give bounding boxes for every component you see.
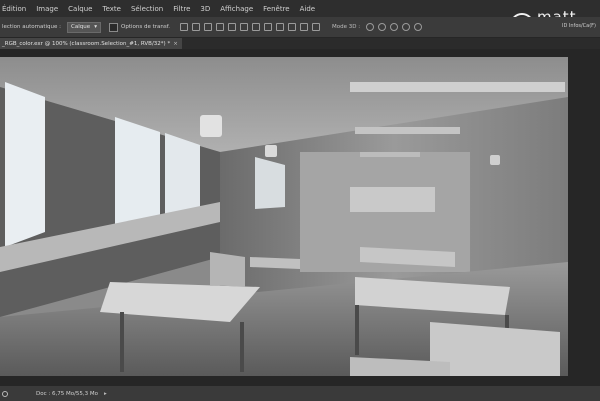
classroom-render [0,57,568,376]
3d-rotate-icon[interactable] [366,23,375,31]
align-buttons [180,23,324,31]
options-bar: lection automatique : Calque ▾ Options d… [0,17,600,38]
transform-options-checkbox[interactable] [108,22,118,32]
zoom-circle-icon[interactable] [2,390,8,397]
align-center-icon[interactable] [228,23,237,31]
right-panel-label: ID Infos/Ca(F) [562,23,596,29]
align-bottom-icon[interactable] [204,23,213,31]
menu-image[interactable]: Image [31,5,63,13]
menu-fenetre[interactable]: Fenêtre [258,5,294,13]
close-icon[interactable]: × [173,41,178,47]
3d-scale-icon[interactable] [414,23,423,31]
menu-selection[interactable]: Sélection [126,5,168,13]
menu-filtre[interactable]: Filtre [168,5,195,13]
menu-texte[interactable]: Texte [97,5,125,13]
distribute-right-icon[interactable] [312,23,321,31]
mode-3d-label: Mode 3D : [332,24,361,30]
document-canvas-image[interactable] [0,57,568,376]
distribute-center-icon[interactable] [300,23,309,31]
document-tab-title: _RGB_color.exr @ 100% (classroom.Selecti… [2,40,171,47]
status-bar: Doc : 6,75 Mo/55,3 Mo ▸ [0,385,600,401]
3d-slide-icon[interactable] [402,23,411,31]
menu-aide[interactable]: Aide [295,5,320,13]
align-middle-icon[interactable] [192,23,201,31]
document-tab-bar: _RGB_color.exr @ 100% (classroom.Selecti… [0,38,600,49]
menu-edition[interactable]: Édition [0,5,31,13]
transform-options-label: Options de transf. [120,24,171,30]
3d-tools [366,23,426,31]
align-left-icon[interactable] [216,23,225,31]
distribute-left-icon[interactable] [288,23,297,31]
3d-roll-icon[interactable] [378,23,387,31]
3d-pan-icon[interactable] [390,23,399,31]
auto-select-dropdown[interactable]: Calque ▾ [66,21,101,33]
distribute-top-icon[interactable] [252,23,261,31]
status-arrow-icon[interactable]: ▸ [104,391,107,397]
menu-3d[interactable]: 3D [195,5,215,13]
align-top-icon[interactable] [180,23,189,31]
document-tab[interactable]: _RGB_color.exr @ 100% (classroom.Selecti… [0,38,182,49]
align-right-icon[interactable] [240,23,249,31]
chevron-down-icon: ▾ [94,24,97,30]
auto-select-value: Calque [70,24,91,30]
doc-size-info: Doc : 6,75 Mo/55,3 Mo [36,390,99,397]
distribute-middle-icon[interactable] [264,23,273,31]
canvas-area[interactable] [0,49,600,385]
auto-select-label: lection automatique : [2,24,61,30]
menu-calque[interactable]: Calque [63,5,97,13]
distribute-bottom-icon[interactable] [276,23,285,31]
menu-affichage[interactable]: Affichage [215,5,258,13]
